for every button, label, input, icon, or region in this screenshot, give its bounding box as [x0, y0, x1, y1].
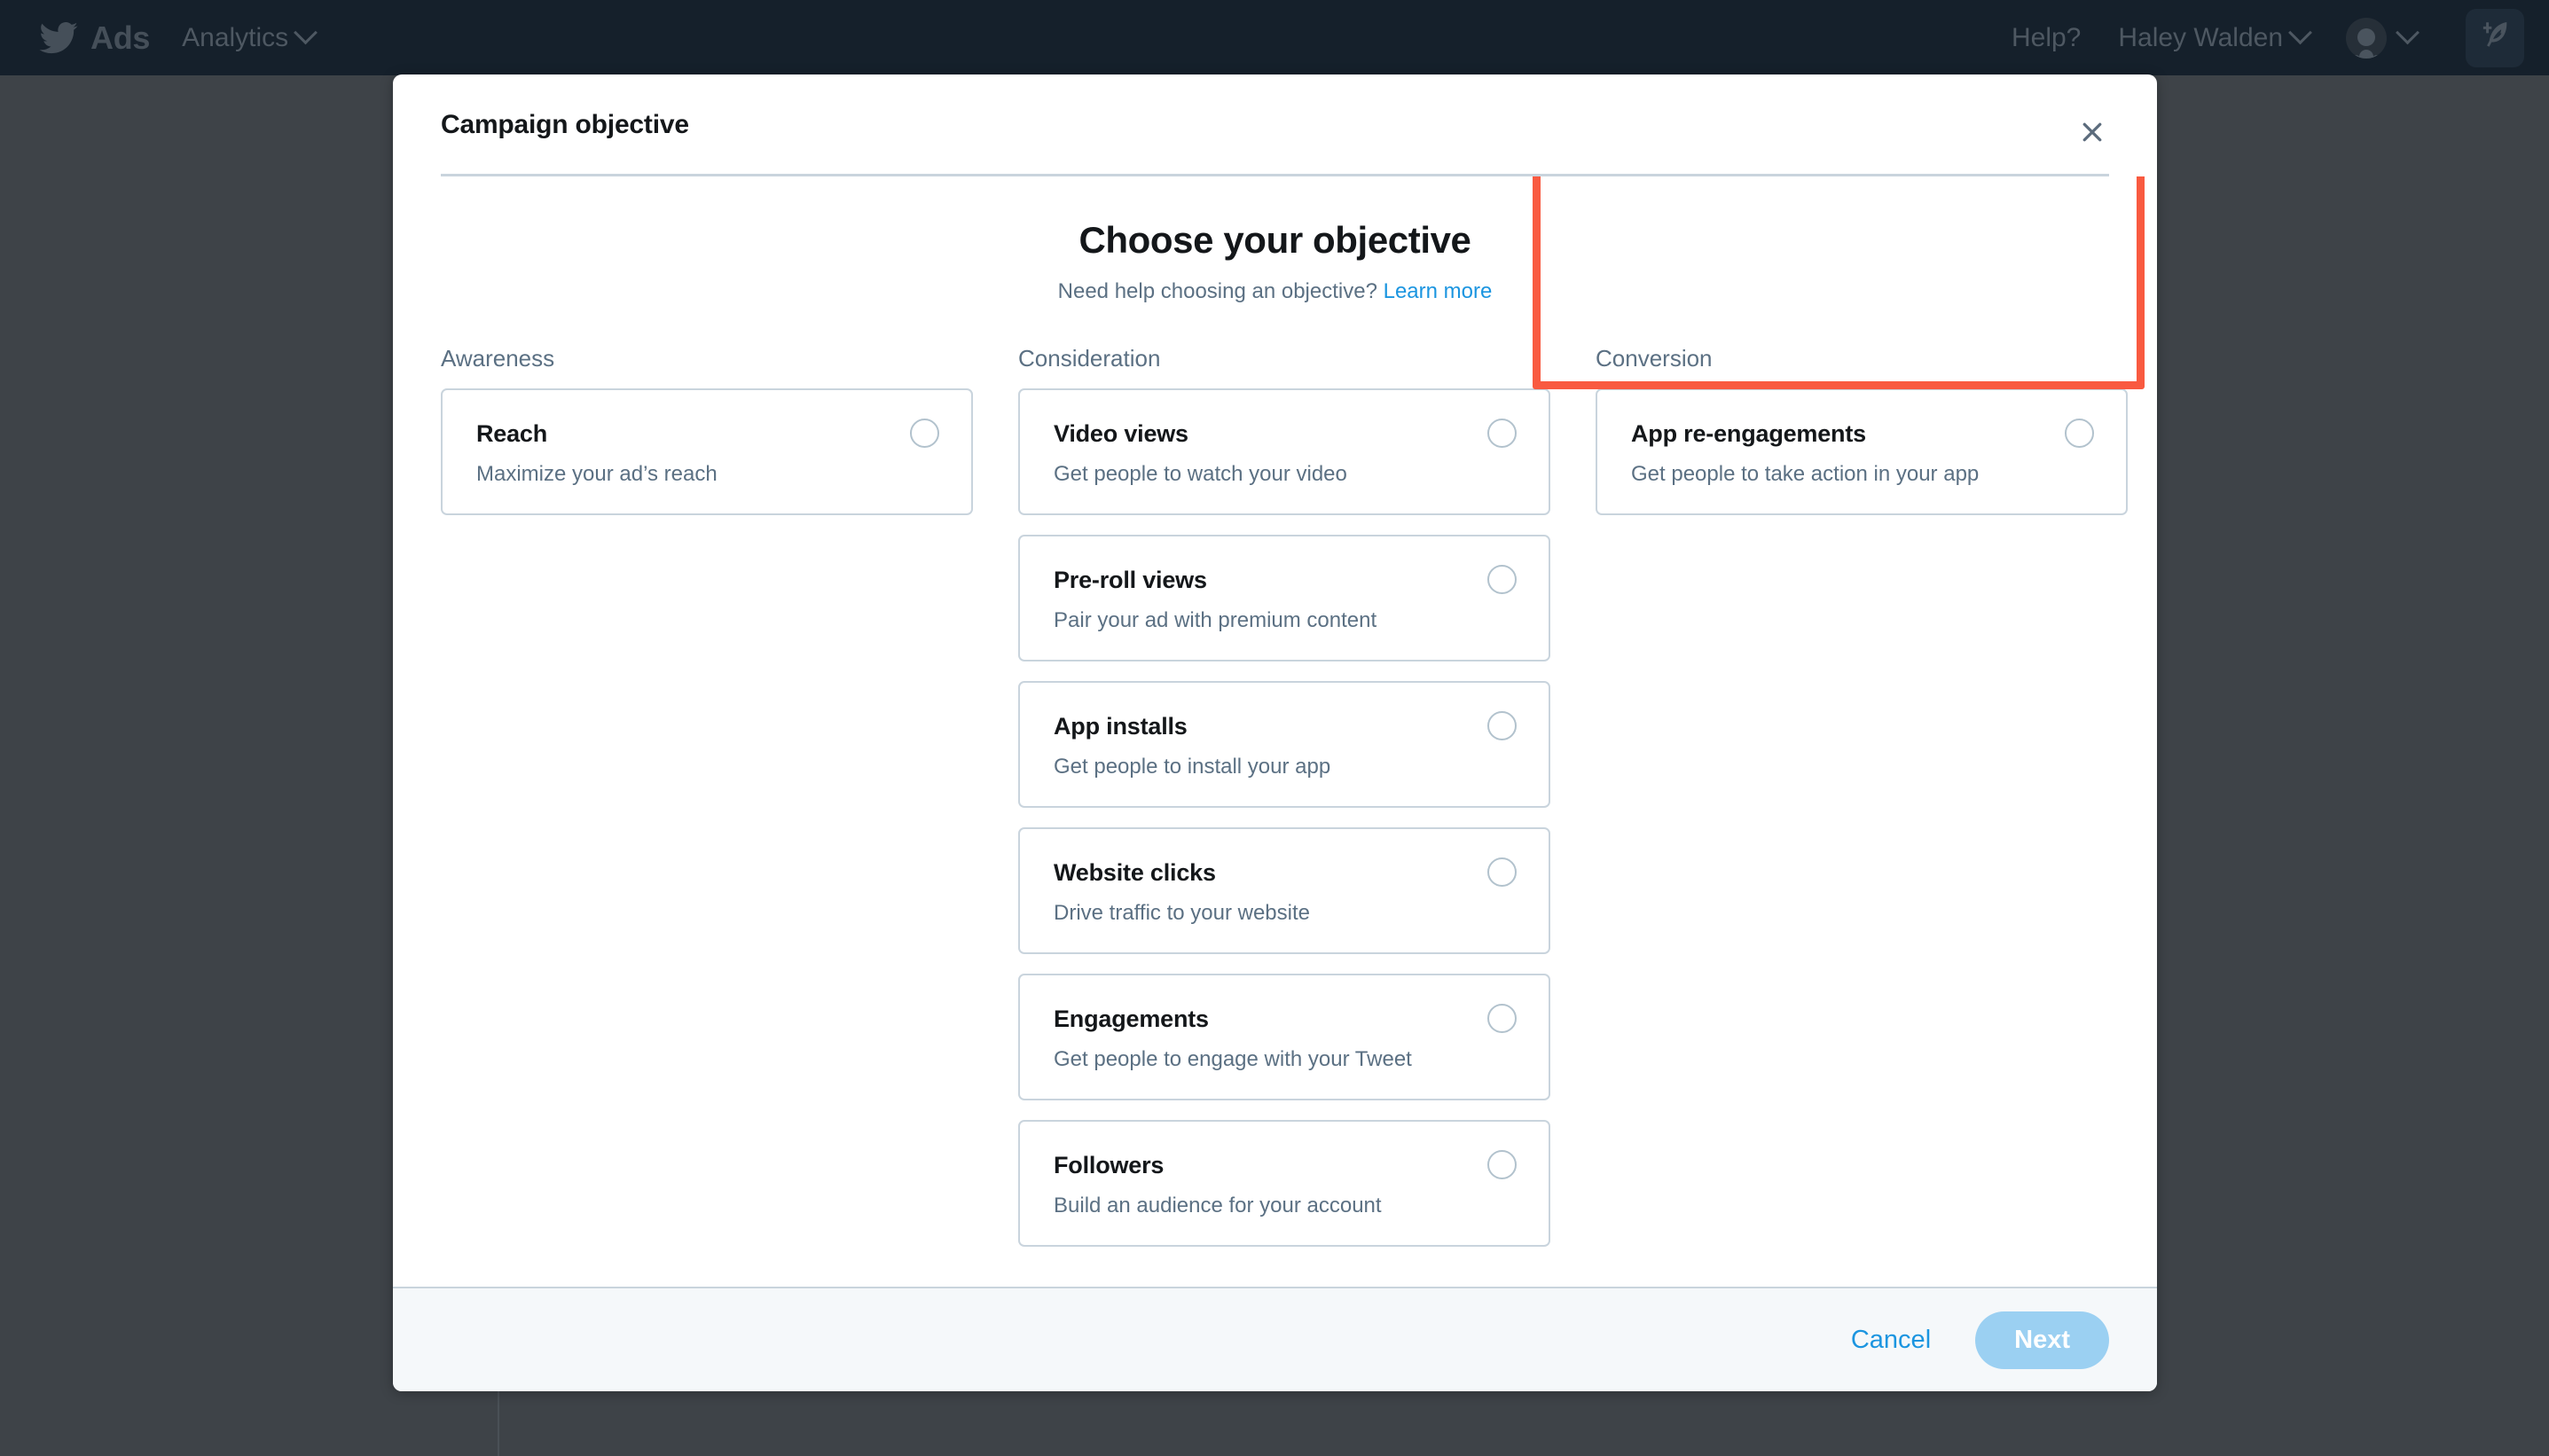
brand-logo[interactable]: Ads	[39, 20, 150, 57]
objective-radio-followers[interactable]	[1487, 1150, 1517, 1179]
column-title-conversion: Conversion	[1596, 347, 2128, 370]
avatar	[2346, 18, 2387, 59]
objective-column-awareness: Awareness Reach Maximize your ad’s reach	[441, 347, 973, 535]
objective-card-title: App re-engagements	[1631, 420, 2092, 448]
chevron-down-icon	[2396, 20, 2420, 44]
next-button[interactable]: Next	[1975, 1311, 2109, 1369]
objective-card-app-re-engagements[interactable]: App re-engagements Get people to take ac…	[1596, 388, 2128, 515]
objective-card-app-installs[interactable]: App installs Get people to install your …	[1018, 681, 1550, 808]
objective-card-description: Get people to watch your video	[1054, 462, 1515, 487]
compose-tweet-button[interactable]	[2466, 9, 2524, 67]
objective-radio-pre-roll-views[interactable]	[1487, 565, 1517, 594]
objective-card-description: Get people to install your app	[1054, 755, 1515, 779]
objective-card-description: Drive traffic to your website	[1054, 901, 1515, 926]
nav-right-group: Help? Haley Walden	[2012, 9, 2524, 67]
column-title-awareness: Awareness	[441, 347, 973, 370]
objective-card-title: Website clicks	[1054, 859, 1515, 887]
objective-card-website-clicks[interactable]: Website clicks Drive traffic to your web…	[1018, 827, 1550, 954]
top-navigation-bar: Ads Analytics Help? Haley Walden	[0, 0, 2549, 75]
objective-radio-engagements[interactable]	[1487, 1004, 1517, 1033]
modal-footer: Cancel Next	[393, 1287, 2157, 1391]
objective-card-title: Pre-roll views	[1054, 567, 1515, 594]
nav-avatar-menu[interactable]	[2346, 18, 2416, 59]
objective-card-description: Maximize your ad’s reach	[476, 462, 937, 487]
close-x-icon[interactable]	[2072, 112, 2113, 153]
objective-card-reach[interactable]: Reach Maximize your ad’s reach	[441, 388, 973, 515]
learn-more-link[interactable]: Learn more	[1384, 279, 1493, 303]
objective-card-video-views[interactable]: Video views Get people to watch your vid…	[1018, 388, 1550, 515]
chevron-down-icon	[2288, 20, 2312, 44]
twitter-bird-icon	[39, 22, 78, 54]
objective-card-description: Get people to take action in your app	[1631, 462, 2092, 487]
nav-left-group: Ads Analytics	[39, 20, 314, 57]
brand-label: Ads	[90, 20, 150, 57]
objective-columns: Awareness Reach Maximize your ad’s reach…	[441, 347, 2109, 1266]
objective-card-description: Get people to engage with your Tweet	[1054, 1047, 1515, 1072]
modal-body: Choose your objective Need help choosing…	[393, 176, 2157, 1287]
objective-radio-app-installs[interactable]	[1487, 711, 1517, 740]
objective-card-title: App installs	[1054, 713, 1515, 740]
modal-header: Campaign objective	[393, 74, 2157, 176]
nav-item-account[interactable]: Haley Walden	[2118, 23, 2309, 53]
objective-radio-app-re-engagements[interactable]	[2065, 419, 2094, 448]
nav-analytics-label: Analytics	[182, 23, 288, 53]
objective-column-conversion: Conversion App re-engagements Get people…	[1596, 347, 2128, 535]
objective-card-title: Reach	[476, 420, 937, 448]
objective-radio-reach[interactable]	[910, 419, 939, 448]
nav-item-analytics[interactable]: Analytics	[182, 23, 314, 53]
objective-card-title: Video views	[1054, 420, 1515, 448]
nav-account-label: Haley Walden	[2118, 23, 2283, 53]
objective-card-description: Build an audience for your account	[1054, 1194, 1515, 1218]
objective-card-title: Followers	[1054, 1152, 1515, 1179]
nav-item-help[interactable]: Help?	[2012, 23, 2081, 53]
objective-column-consideration: Consideration Video views Get people to …	[1018, 347, 1550, 1266]
objective-help-prefix: Need help choosing an objective?	[1058, 279, 1377, 303]
column-title-consideration: Consideration	[1018, 347, 1550, 370]
nav-help-label: Help?	[2012, 23, 2081, 53]
objective-help-text: Need help choosing an objective? Learn m…	[441, 279, 2109, 304]
page-title: Choose your objective	[441, 219, 2109, 262]
campaign-objective-modal: Campaign objective Choose your objective…	[393, 74, 2157, 1391]
objective-heading-block: Choose your objective Need help choosing…	[441, 219, 2109, 304]
objective-radio-video-views[interactable]	[1487, 419, 1517, 448]
modal-title: Campaign objective	[441, 110, 2109, 140]
compose-feather-plus-icon	[2476, 17, 2514, 59]
objective-card-followers[interactable]: Followers Build an audience for your acc…	[1018, 1120, 1550, 1247]
objective-card-engagements[interactable]: Engagements Get people to engage with yo…	[1018, 974, 1550, 1100]
objective-radio-website-clicks[interactable]	[1487, 857, 1517, 887]
cancel-button[interactable]: Cancel	[1840, 1317, 1941, 1364]
objective-card-title: Engagements	[1054, 1006, 1515, 1033]
chevron-down-icon	[294, 20, 318, 44]
objective-card-description: Pair your ad with premium content	[1054, 608, 1515, 633]
objective-card-pre-roll-views[interactable]: Pre-roll views Pair your ad with premium…	[1018, 535, 1550, 661]
